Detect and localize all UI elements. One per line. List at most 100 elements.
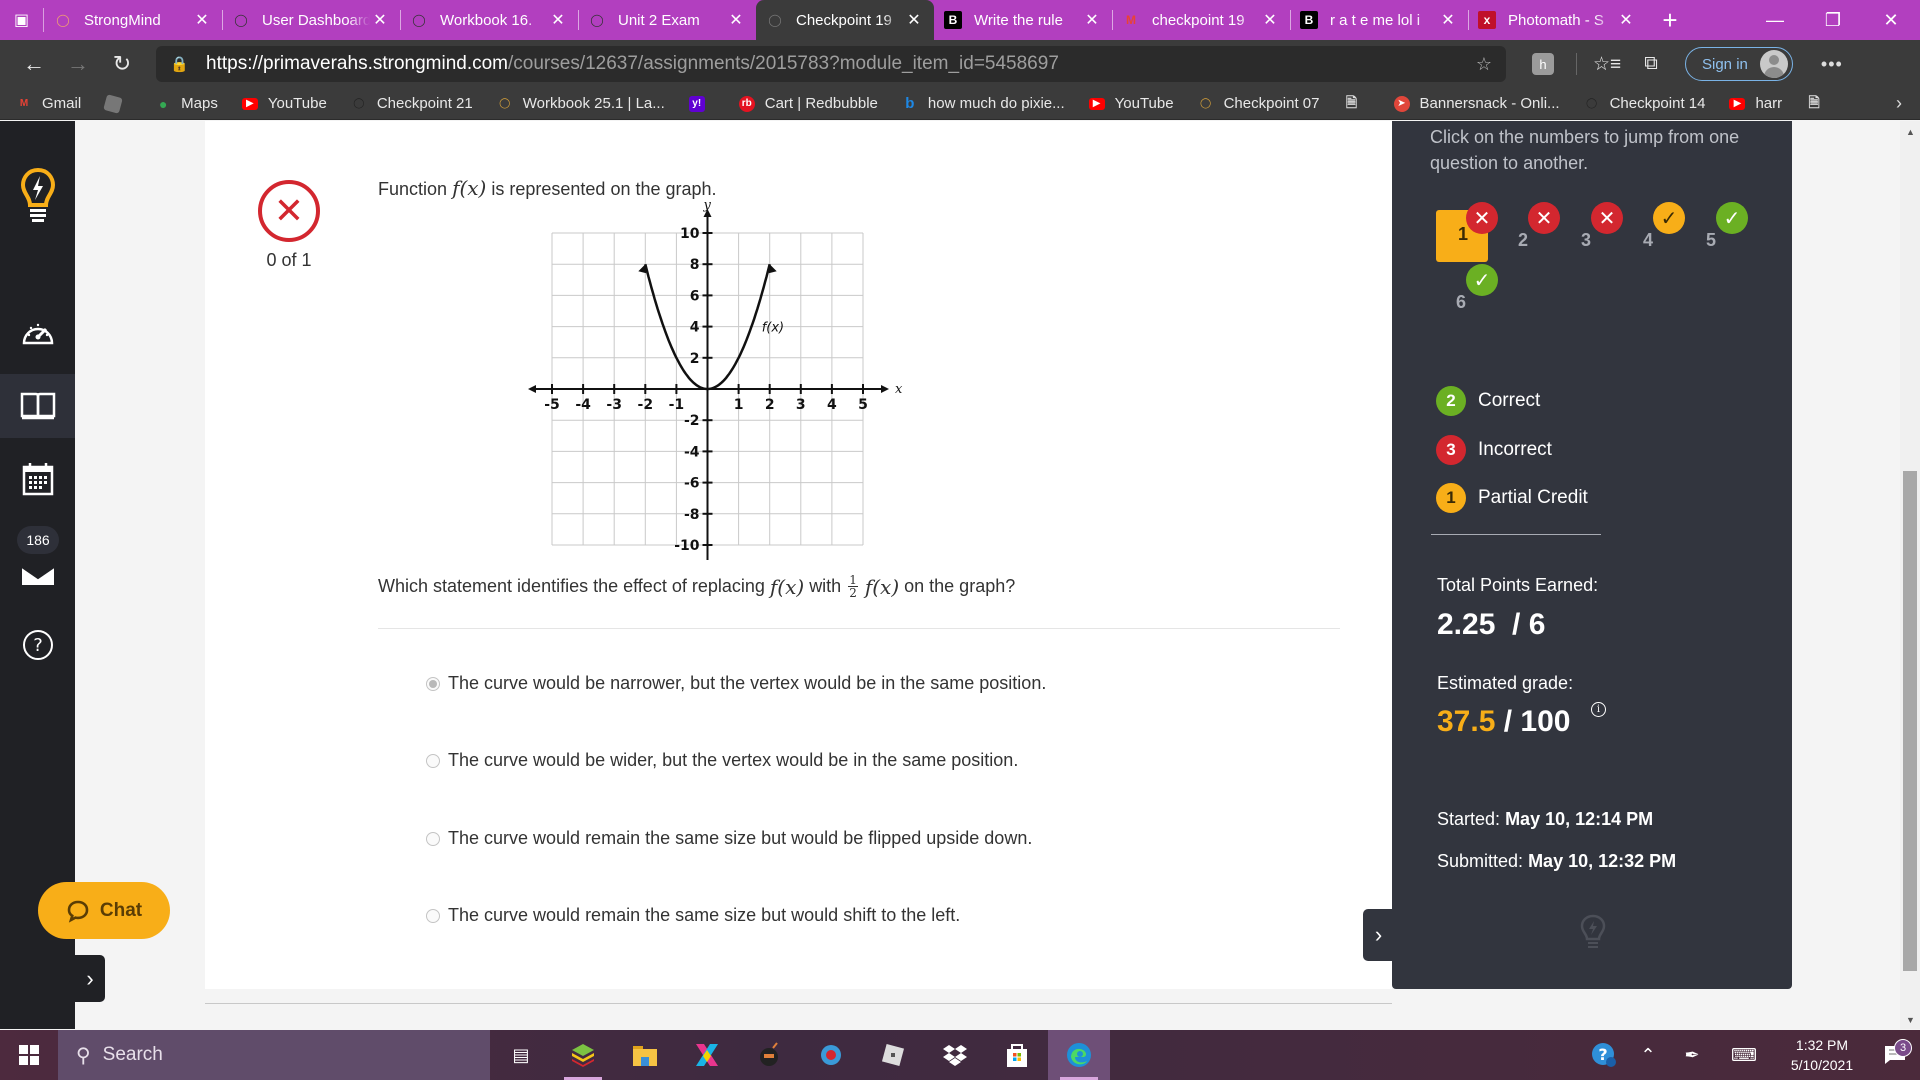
bookmark-maps[interactable]: ● Maps — [155, 95, 218, 112]
app-x-icon[interactable] — [676, 1030, 738, 1080]
nav-dashboard[interactable] — [0, 299, 75, 363]
start-button[interactable] — [0, 1030, 58, 1080]
browser-tab[interactable]: ◯ User Dashboard ✕ — [222, 0, 400, 40]
close-tab-icon[interactable]: ✕ — [1616, 10, 1636, 30]
bluestacks-icon[interactable] — [552, 1030, 614, 1080]
add-favorite-icon[interactable]: ☆ — [1476, 54, 1492, 75]
answer-option-4[interactable]: The curve would remain the same size but… — [426, 905, 960, 926]
pen-icon[interactable]: ✒ — [1670, 1045, 1714, 1066]
show-hidden-icons-chevron-icon[interactable]: ⌃ — [1626, 1045, 1670, 1066]
lock-icon[interactable]: 🔒 — [170, 55, 192, 73]
restore-icon[interactable]: ❐ — [1804, 0, 1862, 40]
close-tab-icon[interactable]: ✕ — [1082, 10, 1102, 30]
question-nav-5[interactable]: 5 ✓ — [1686, 202, 1748, 262]
edge-icon[interactable] — [1048, 1030, 1110, 1080]
bookmark-checkpoint-07[interactable]: ◯ Checkpoint 07 — [1198, 95, 1320, 112]
taskbar-search[interactable]: ⚲ Search — [58, 1030, 490, 1080]
refresh-button[interactable]: ↻ — [100, 46, 144, 82]
browser-tab-active[interactable]: ◯ Checkpoint 19 ✕ — [756, 0, 934, 40]
bookmark-youtube[interactable]: ▶ YouTube — [241, 95, 327, 112]
home-logo[interactable] — [0, 161, 75, 233]
game-icon[interactable] — [738, 1030, 800, 1080]
answer-option-1[interactable]: The curve would be narrower, but the ver… — [426, 673, 1046, 694]
touch-keyboard-icon[interactable]: ⌨ — [1714, 1045, 1774, 1066]
minimize-icon[interactable]: — — [1746, 0, 1804, 40]
radio-button-selected[interactable] — [426, 676, 440, 691]
bookmark-bannersnack[interactable]: ➤ Bannersnack - Onli... — [1393, 95, 1560, 112]
browser-tab[interactable]: ◯ StrongMind ✕ — [44, 0, 222, 40]
forward-button[interactable]: → — [56, 46, 100, 82]
radio-button[interactable] — [426, 908, 440, 923]
bookmark-checkpoint-14[interactable]: ◯ Checkpoint 14 — [1584, 95, 1706, 112]
dropbox-icon[interactable] — [924, 1030, 986, 1080]
bookmark-gmail[interactable]: M Gmail — [16, 95, 81, 112]
answer-option-3[interactable]: The curve would remain the same size but… — [426, 828, 1032, 849]
scrollbar-thumb[interactable] — [1903, 471, 1917, 971]
browser-tab[interactable]: ◯ Unit 2 Exam ✕ — [578, 0, 756, 40]
nav-help[interactable]: ? — [0, 613, 75, 677]
bookmark-bing[interactable]: b how much do pixie... — [902, 95, 1064, 112]
question-nav-2[interactable]: 2 ✕ — [1498, 202, 1560, 262]
more-menu-icon[interactable]: ••• — [1807, 54, 1857, 75]
notifications-icon[interactable]: 3 — [1870, 1039, 1920, 1065]
lightbulb-icon: ◯ — [56, 13, 70, 27]
browser-tab[interactable]: x Photomath - S ✕ — [1468, 0, 1646, 40]
system-clock[interactable]: 1:32 PM 5/10/2021 — [1774, 1035, 1870, 1075]
close-tab-icon[interactable]: ✕ — [370, 10, 390, 30]
radio-button[interactable] — [426, 753, 440, 768]
incorrect-x-icon: ✕ — [1591, 202, 1623, 234]
close-tab-icon[interactable]: ✕ — [1438, 10, 1458, 30]
expand-left-panel-button[interactable]: › — [75, 955, 105, 1002]
browser-tab[interactable]: Mcheckpoint 19 ✕ — [1112, 0, 1290, 40]
close-tab-icon[interactable]: ✕ — [192, 10, 212, 30]
bookmark-redbubble[interactable]: rb Cart | Redbubble — [738, 95, 878, 112]
bookmark-checkpoint-21[interactable]: ◯ Checkpoint 21 — [351, 95, 473, 112]
question-nav-4[interactable]: 4 ✓ — [1623, 202, 1685, 262]
bookmark-roblox[interactable] — [103, 93, 131, 114]
back-button[interactable]: ← — [12, 46, 56, 82]
browser-tab[interactable]: B Write the rule ✕ — [934, 0, 1112, 40]
new-tab-button[interactable]: + — [1646, 0, 1694, 40]
scroll-up-arrow-icon[interactable]: ▲ — [1906, 127, 1915, 137]
extension-icon[interactable]: h — [1532, 53, 1554, 75]
scroll-down-arrow-icon[interactable]: ▼ — [1906, 1015, 1915, 1025]
grade-label: Estimated grade: — [1437, 673, 1574, 693]
store-icon[interactable] — [986, 1030, 1048, 1080]
chat-button[interactable]: Chat — [38, 882, 170, 939]
url-input[interactable]: 🔒 https://primaverahs.strongmind.com/cou… — [156, 46, 1506, 82]
roblox-icon[interactable] — [862, 1030, 924, 1080]
bookmark-page[interactable]: 🗎 — [1344, 94, 1370, 112]
close-window-icon[interactable]: ✕ — [1862, 0, 1920, 40]
info-icon[interactable]: i — [1591, 702, 1606, 717]
tab-actions-icon[interactable]: ▣ — [0, 8, 44, 32]
collections-icon[interactable]: ⧉ — [1629, 53, 1673, 75]
task-view-icon[interactable]: ▤ — [490, 1030, 552, 1080]
file-explorer-icon[interactable] — [614, 1030, 676, 1080]
help-tray-icon[interactable]: ? — [1582, 1042, 1626, 1068]
close-tab-icon[interactable]: ✕ — [726, 10, 746, 30]
favorites-icon[interactable]: ☆≡ — [1585, 53, 1629, 76]
browser-tab[interactable]: ◯ Workbook 16. ✕ — [400, 0, 578, 40]
question-nav-1[interactable]: 1 ✕ — [1436, 202, 1498, 262]
question-nav-3[interactable]: 3 ✕ — [1561, 202, 1623, 262]
answer-option-2[interactable]: The curve would be wider, but the vertex… — [426, 750, 1018, 771]
nav-calendar[interactable] — [0, 447, 75, 511]
close-tab-icon[interactable]: ✕ — [548, 10, 568, 30]
page-scrollbar[interactable]: ▲ ▼ — [1900, 121, 1920, 1029]
bookmark-harr[interactable]: ▶ harr — [1729, 95, 1782, 112]
bookmark-page-2[interactable]: 🗎 — [1806, 94, 1832, 112]
bookmark-workbook-25-1[interactable]: ◯ Workbook 25.1 | La... — [497, 95, 665, 112]
sign-in-button[interactable]: Sign in — [1685, 47, 1793, 81]
question-nav-6[interactable]: 6 ✓ — [1436, 264, 1498, 324]
close-tab-icon[interactable]: ✕ — [1260, 10, 1280, 30]
more-bookmarks-chevron-icon[interactable]: › — [1896, 93, 1902, 114]
browser-tab[interactable]: Br a t e me lol i ✕ — [1290, 0, 1468, 40]
nav-courses[interactable] — [0, 374, 75, 438]
bookmark-yahoo[interactable]: y! — [688, 95, 715, 112]
bookmark-youtube-2[interactable]: ▶ YouTube — [1088, 95, 1174, 112]
collapse-summary-button[interactable]: › — [1363, 909, 1394, 961]
close-tab-icon[interactable]: ✕ — [904, 10, 924, 30]
nav-inbox[interactable]: 186 — [0, 526, 75, 596]
radio-button[interactable] — [426, 831, 440, 846]
game-2-icon[interactable] — [800, 1030, 862, 1080]
